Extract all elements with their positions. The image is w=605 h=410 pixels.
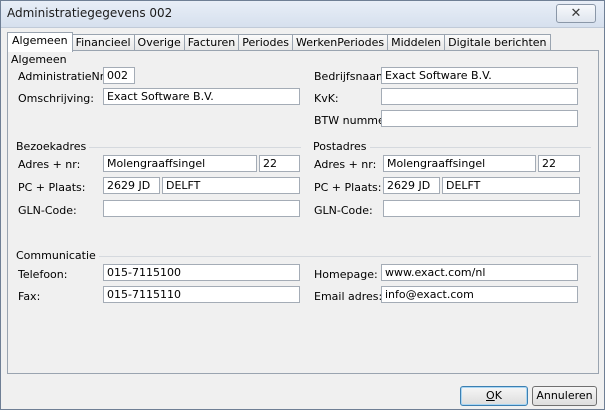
telefoon-label: Telefoon: <box>18 268 68 281</box>
bezoek-gln-field[interactable] <box>103 200 300 217</box>
fax-field[interactable]: 015-7115110 <box>103 286 300 303</box>
ok-label-rest: K <box>494 389 502 402</box>
homepage-label: Homepage: <box>314 268 378 281</box>
bedrijfsnaam-label: Bedrijfsnaam: <box>314 70 391 83</box>
btw-field[interactable] <box>381 110 578 127</box>
fax-label: Fax: <box>18 290 41 303</box>
omschrijving-field[interactable]: Exact Software B.V. <box>103 88 300 105</box>
close-button[interactable]: ✕ <box>556 4 596 23</box>
bezoek-pc-label: PC + Plaats: <box>18 181 86 194</box>
group-title-algemeen: Algemeen <box>11 53 70 66</box>
bezoek-postcode-field[interactable]: 2629 JD <box>103 177 160 194</box>
omschrijving-label: Omschrijving: <box>18 92 94 105</box>
close-icon: ✕ <box>570 6 582 21</box>
bezoek-number-field[interactable]: 22 <box>259 155 300 172</box>
dialog-window: Administratiegegevens 002 ✕ Algemeen Fin… <box>0 0 605 410</box>
ok-mnemonic: O <box>486 389 495 402</box>
bedrijfsnaam-field[interactable]: Exact Software B.V. <box>381 67 578 84</box>
homepage-field[interactable]: www.exact.com/nl <box>381 264 578 281</box>
cancel-button[interactable]: Annuleren <box>532 386 597 406</box>
group-title-postadres: Postadres <box>313 140 370 153</box>
tab-periodes[interactable]: Periodes <box>238 34 294 51</box>
tab-werkenperiodes[interactable]: WerkenPeriodes <box>292 34 389 51</box>
kvk-field[interactable] <box>381 88 578 105</box>
post-adres-label: Adres + nr: <box>314 158 377 171</box>
post-gln-label: GLN-Code: <box>314 204 373 217</box>
post-gln-field[interactable] <box>383 200 580 217</box>
title-bar[interactable]: Administratiegegevens 002 ✕ <box>1 1 604 28</box>
post-postcode-field[interactable]: 2629 JD <box>383 177 440 194</box>
kvk-label: KvK: <box>314 92 339 105</box>
tab-strip: Algemeen Financieel Overige Facturen Per… <box>7 32 551 52</box>
post-city-field[interactable]: DELFT <box>442 177 580 194</box>
tab-digitale-berichten[interactable]: Digitale berichten <box>444 34 551 51</box>
communicatie-divider <box>16 256 591 257</box>
email-field[interactable]: info@exact.com <box>381 286 578 303</box>
bezoek-city-field[interactable]: DELFT <box>162 177 300 194</box>
tab-middelen[interactable]: Middelen <box>387 34 446 51</box>
email-label: Email adres: <box>314 290 383 303</box>
bezoek-gln-label: GLN-Code: <box>18 204 77 217</box>
administratienr-label: AdministratieNr: <box>18 70 108 83</box>
tab-overige[interactable]: Overige <box>133 34 185 51</box>
telefoon-field[interactable]: 015-7115100 <box>103 264 300 281</box>
ok-button[interactable]: OK <box>460 386 528 406</box>
tab-panel-algemeen: Algemeen AdministratieNr: 002 Omschrijvi… <box>7 50 599 374</box>
bezoek-street-field[interactable]: Molengraaffsingel <box>103 155 257 172</box>
bezoek-adres-label: Adres + nr: <box>18 158 81 171</box>
post-number-field[interactable]: 22 <box>538 155 580 172</box>
administratienr-field[interactable]: 002 <box>103 67 135 84</box>
tab-algemeen[interactable]: Algemeen <box>7 32 73 52</box>
tab-financieel[interactable]: Financieel <box>71 34 135 51</box>
tab-facturen[interactable]: Facturen <box>183 34 240 51</box>
window-title: Administratiegegevens 002 <box>7 6 173 20</box>
post-street-field[interactable]: Molengraaffsingel <box>383 155 536 172</box>
group-title-bezoekadres: Bezoekadres <box>16 140 90 153</box>
post-pc-label: PC + Plaats: <box>314 181 382 194</box>
group-title-communicatie: Communicatie <box>16 249 99 262</box>
